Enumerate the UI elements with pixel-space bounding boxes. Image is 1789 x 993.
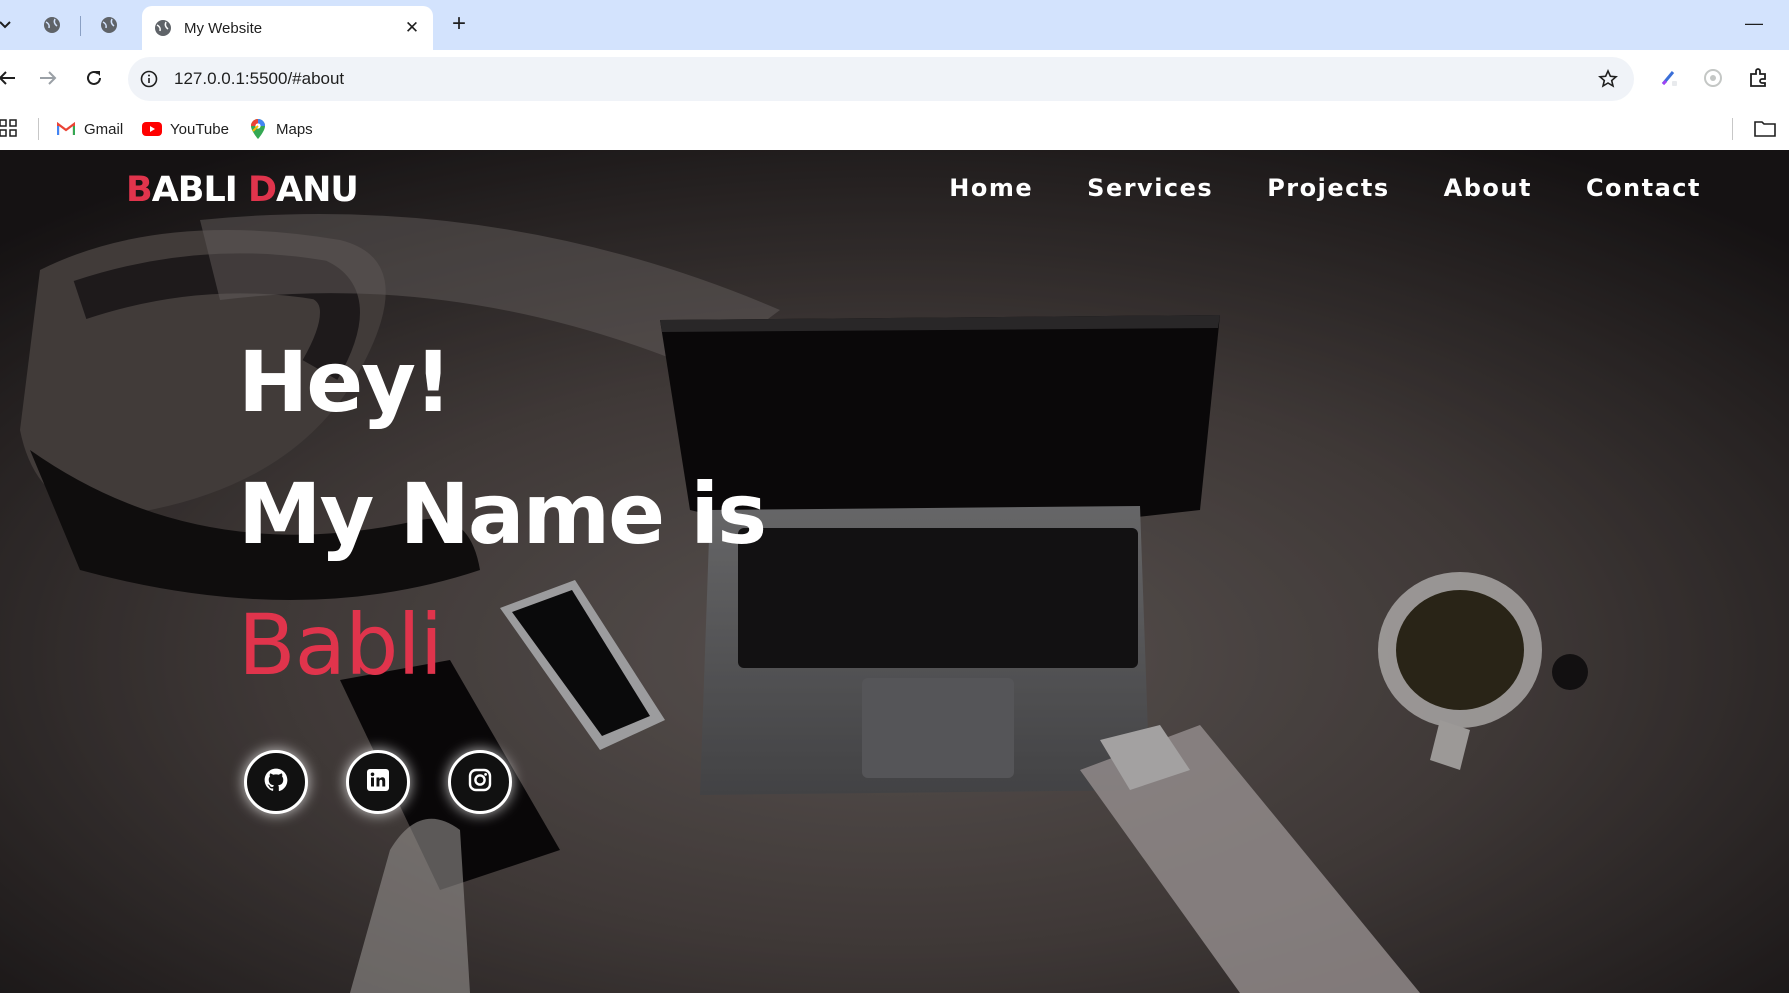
brand-rest-first: ABLI <box>151 170 248 210</box>
brand-logo[interactable]: BABLI DANU <box>126 170 359 210</box>
bookmark-gmail[interactable]: Gmail <box>56 116 123 142</box>
bookmark-label: Gmail <box>84 120 124 138</box>
nav-projects[interactable]: Projects <box>1267 174 1389 202</box>
url-text: 127.0.0.1:5500/#about <box>174 69 345 88</box>
bookmark-label: Maps <box>276 120 313 138</box>
website-viewport: BABLI DANU Home Services Projects About … <box>0 150 1789 993</box>
maps-icon <box>248 119 268 139</box>
extension-pen-icon[interactable] <box>1656 65 1682 91</box>
github-link-button[interactable] <box>244 750 308 814</box>
brand-initial-first: B <box>126 170 153 210</box>
instagram-link-button[interactable] <box>448 750 512 814</box>
bookmark-youtube[interactable]: YouTube <box>142 116 229 142</box>
extensions-puzzle-icon[interactable] <box>1746 65 1772 91</box>
browser-toolbar: 127.0.0.1:5500/#about <box>0 50 1789 108</box>
nav-contact[interactable]: Contact <box>1586 174 1701 202</box>
dark-overlay <box>0 150 1789 993</box>
pinned-tab-globe-icon[interactable] <box>40 13 64 37</box>
bookmarks-bar: Gmail YouTube Maps <box>0 108 1789 150</box>
gmail-icon <box>56 119 76 139</box>
bookmark-maps[interactable]: Maps <box>248 116 313 142</box>
bookmark-star-icon[interactable] <box>1596 67 1620 91</box>
tab-title: My Website <box>184 19 263 37</box>
brand-rest-last: ANU <box>276 170 359 210</box>
hero-greeting: Hey! <box>238 333 452 431</box>
tab-search-chevron-icon[interactable] <box>0 14 14 36</box>
tab-strip: My Website ✕ + — <box>0 0 1789 50</box>
close-tab-icon[interactable]: ✕ <box>401 17 423 39</box>
nav-home[interactable]: Home <box>949 174 1033 202</box>
address-bar[interactable]: 127.0.0.1:5500/#about <box>128 57 1634 101</box>
pinned-tab-globe-icon-2[interactable] <box>97 13 121 37</box>
minimize-window-button[interactable]: — <box>1744 13 1764 37</box>
nav-about[interactable]: About <box>1444 174 1532 202</box>
new-tab-button[interactable]: + <box>446 12 472 38</box>
youtube-icon <box>142 119 162 139</box>
hero-name: Babli <box>238 596 443 694</box>
site-info-icon[interactable] <box>138 68 160 90</box>
hero-intro: My Name is <box>238 465 767 563</box>
active-tab[interactable]: My Website ✕ <box>142 6 433 50</box>
nav-services[interactable]: Services <box>1087 174 1213 202</box>
brand-initial-last: D <box>247 170 277 210</box>
extension-circle-icon[interactable] <box>1700 65 1726 91</box>
bookmark-label: YouTube <box>170 120 229 138</box>
linkedin-icon <box>366 768 390 797</box>
linkedin-link-button[interactable] <box>346 750 410 814</box>
apps-grid-icon[interactable] <box>0 119 18 142</box>
forward-arrow-icon[interactable] <box>35 65 61 91</box>
github-icon <box>263 767 289 798</box>
instagram-icon <box>468 768 492 797</box>
bookmarks-folder-icon[interactable] <box>1754 119 1776 142</box>
reload-icon[interactable] <box>81 65 107 91</box>
main-nav: Home Services Projects About Contact <box>949 174 1701 202</box>
globe-icon <box>154 19 172 37</box>
back-arrow-icon[interactable] <box>0 65 20 91</box>
